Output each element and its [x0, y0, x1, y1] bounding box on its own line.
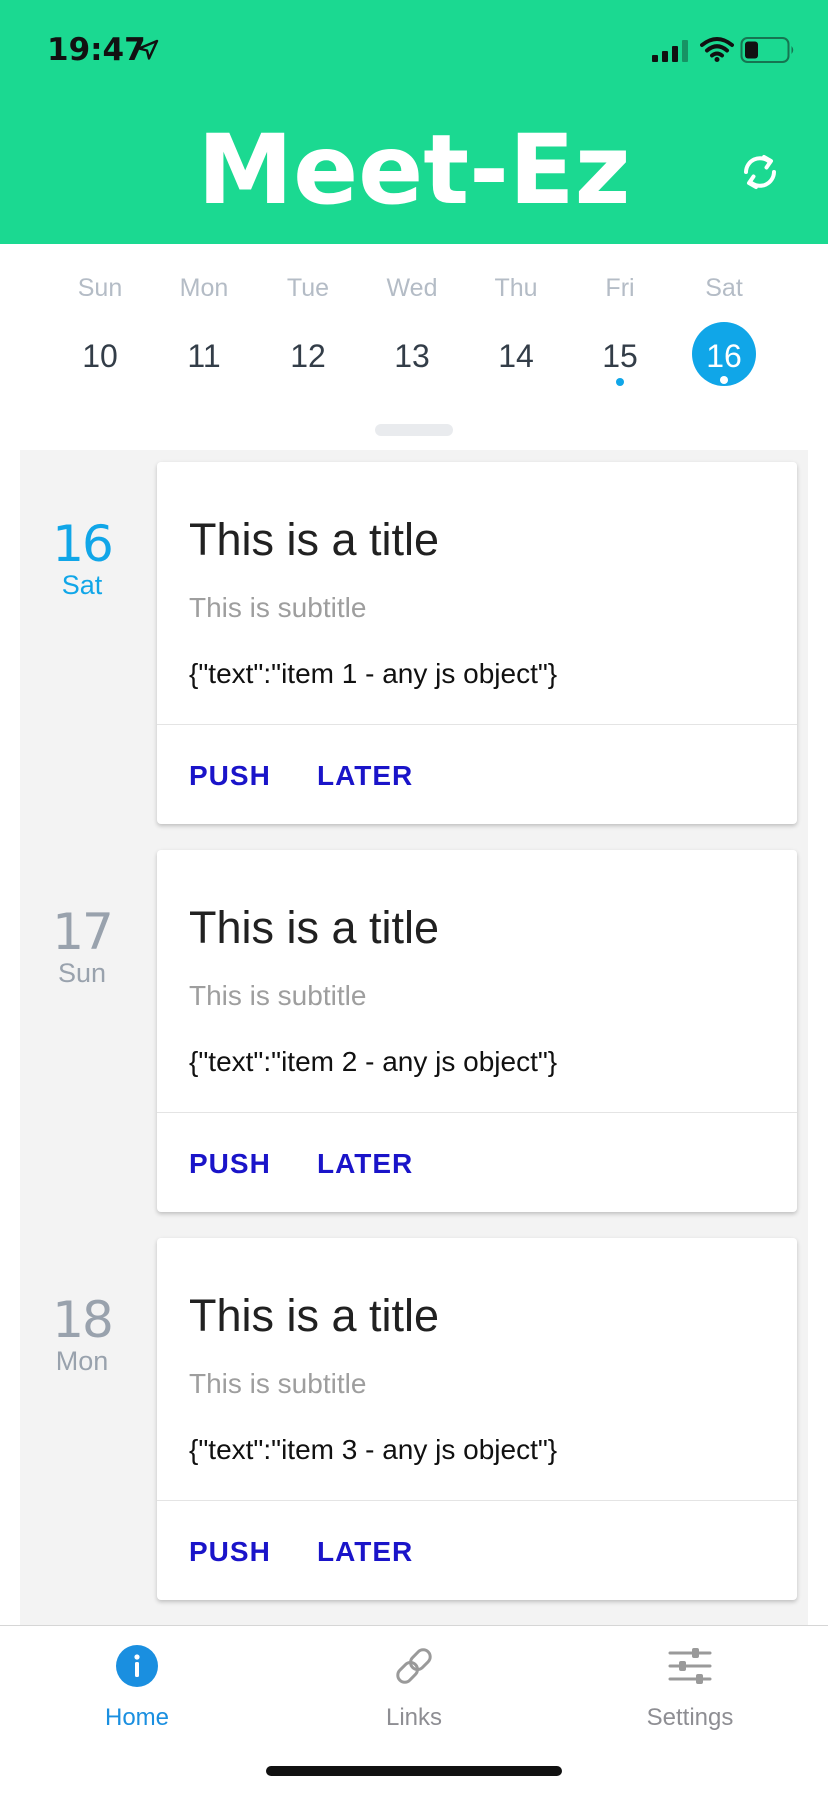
- agenda-card[interactable]: This is a title This is subtitle {"text"…: [157, 462, 797, 824]
- agenda-row: 16 Sat This is a title This is subtitle …: [20, 450, 808, 825]
- agenda-row: 17 Sun This is a title This is subtitle …: [20, 838, 808, 1213]
- agenda-card[interactable]: This is a title This is subtitle {"text"…: [157, 850, 797, 1212]
- agenda-date-number: 16: [52, 515, 114, 573]
- day-wed[interactable]: Wed 13: [360, 270, 464, 390]
- tab-links[interactable]: Links: [314, 1626, 514, 1746]
- day-of-week-label: Sun: [77, 274, 123, 302]
- day-number: 15: [602, 338, 638, 374]
- location-arrow-icon: [137, 39, 159, 60]
- later-button[interactable]: LATER: [317, 760, 413, 792]
- agenda-card[interactable]: This is a title This is subtitle {"text"…: [157, 1238, 797, 1600]
- card-title: This is a title: [189, 514, 440, 565]
- agenda-date-weekday: Mon: [55, 1346, 109, 1376]
- tab-settings[interactable]: Settings: [590, 1626, 790, 1746]
- day-tue[interactable]: Tue 12: [256, 270, 360, 390]
- day-fri[interactable]: Fri 15: [568, 270, 672, 390]
- wifi-icon: [700, 37, 734, 62]
- day-of-week-label: Tue: [286, 274, 330, 302]
- later-button[interactable]: LATER: [317, 1148, 413, 1180]
- card-subtitle: This is subtitle: [189, 980, 367, 1011]
- day-mon[interactable]: Mon 11: [152, 270, 256, 390]
- app-title: Meet-Ez: [197, 114, 631, 226]
- day-sun[interactable]: Sun 10: [48, 270, 152, 390]
- event-marker-dot: [616, 378, 624, 386]
- card-divider: [157, 724, 797, 725]
- link-icon: [396, 1648, 432, 1684]
- tab-label: Home: [104, 1704, 170, 1731]
- card-divider: [157, 1112, 797, 1113]
- agenda-date: 16 Sat: [40, 518, 124, 600]
- card-subtitle: This is subtitle: [189, 592, 367, 623]
- day-of-week-label: Fri: [605, 274, 635, 302]
- battery-icon: [740, 37, 794, 63]
- day-number: 16: [706, 338, 742, 374]
- day-of-week-label: Sat: [705, 274, 743, 302]
- day-of-week-label: Mon: [179, 274, 229, 302]
- agenda-date: 17 Sun: [40, 906, 124, 988]
- agenda-date-weekday: Sun: [57, 958, 107, 988]
- day-thu[interactable]: Thu 14: [464, 270, 568, 390]
- day-of-week-label: Wed: [386, 274, 438, 302]
- tab-label: Settings: [646, 1704, 734, 1731]
- tab-home[interactable]: Home: [37, 1626, 237, 1746]
- tab-label: Links: [385, 1704, 443, 1731]
- home-indicator[interactable]: [266, 1766, 562, 1776]
- agenda-date-number: 18: [52, 1291, 114, 1349]
- card-divider: [157, 1500, 797, 1501]
- card-body: {"text":"item 1 - any js object"}: [189, 658, 558, 689]
- day-number: 10: [82, 338, 118, 374]
- event-marker-dot: [720, 376, 728, 384]
- card-title: This is a title: [189, 1290, 440, 1341]
- card-body: {"text":"item 2 - any js object"}: [189, 1046, 558, 1077]
- later-button[interactable]: LATER: [317, 1536, 413, 1568]
- day-number: 12: [290, 338, 326, 374]
- push-button[interactable]: PUSH: [189, 760, 271, 792]
- calendar-drag-handle[interactable]: [375, 424, 453, 436]
- day-number: 11: [187, 338, 221, 374]
- day-number: 13: [394, 338, 430, 374]
- day-number: 14: [498, 338, 534, 374]
- agenda-date-weekday: Sat: [61, 570, 103, 600]
- app-header: 19:47 Meet-Ez: [0, 0, 828, 244]
- sliders-icon: [668, 1648, 712, 1684]
- agenda-row: 18 Mon This is a title This is subtitle …: [20, 1226, 808, 1601]
- week-strip: Sun 10 Mon 11 Tue 12 Wed 13 Thu 14 Fri 1…: [48, 270, 828, 390]
- day-sat-selected[interactable]: Sat 16: [672, 270, 776, 390]
- day-of-week-label: Thu: [494, 274, 538, 302]
- status-time: 19:47: [47, 32, 146, 68]
- agenda-date-number: 17: [52, 903, 114, 961]
- card-body: {"text":"item 3 - any js object"}: [189, 1434, 558, 1465]
- card-title: This is a title: [189, 902, 440, 953]
- agenda-list[interactable]: 16 Sat This is a title This is subtitle …: [20, 450, 808, 1625]
- refresh-icon[interactable]: [738, 150, 782, 194]
- card-subtitle: This is subtitle: [189, 1368, 367, 1399]
- push-button[interactable]: PUSH: [189, 1536, 271, 1568]
- cellular-signal-icon: [652, 40, 688, 62]
- agenda-date: 18 Mon: [40, 1294, 124, 1376]
- info-icon: [116, 1645, 158, 1687]
- push-button[interactable]: PUSH: [189, 1148, 271, 1180]
